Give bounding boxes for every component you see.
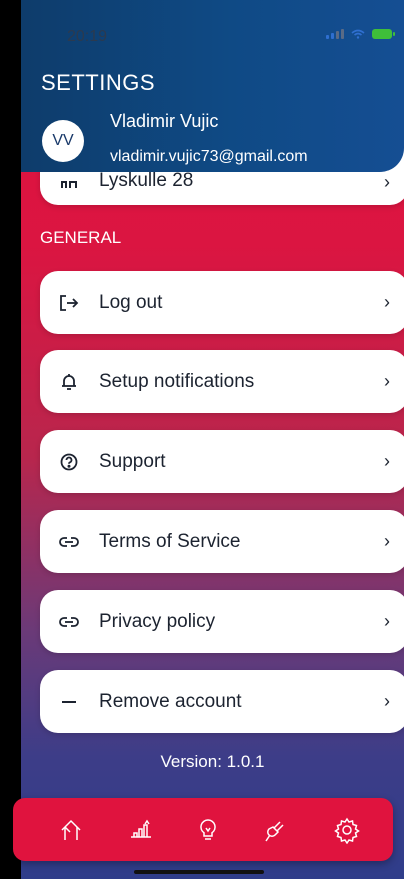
chevron-right-icon: › xyxy=(384,691,390,711)
property-label: Lyskulle 28 xyxy=(99,170,194,191)
avatar[interactable]: VV xyxy=(42,120,84,162)
link-icon xyxy=(58,531,80,553)
privacy-policy-button[interactable]: Privacy policy › xyxy=(40,590,404,653)
remove-account-button[interactable]: Remove account › xyxy=(40,670,404,733)
chevron-right-icon: › xyxy=(384,451,390,471)
setup-notifications-label: Setup notifications xyxy=(99,370,255,392)
status-time: 20:19 xyxy=(67,28,108,45)
chevron-right-icon: › xyxy=(384,611,390,631)
plug-icon[interactable] xyxy=(261,816,289,844)
privacy-policy-label: Privacy policy xyxy=(99,610,216,632)
screen: Lyskulle 28 › 20:19 SETTINGS VV Vladimir… xyxy=(21,0,404,879)
battery-icon xyxy=(372,29,395,39)
settings-header: 20:19 SETTINGS VV Vladimir Vujic vladimi… xyxy=(21,0,404,172)
link-icon xyxy=(58,611,80,633)
page-title: SETTINGS xyxy=(41,70,156,95)
chevron-right-icon: › xyxy=(384,172,390,192)
bulb-icon[interactable] xyxy=(194,816,222,844)
log-out-icon xyxy=(58,292,80,314)
gear-icon[interactable] xyxy=(333,816,361,845)
user-email: vladimir.vujic73@gmail.com xyxy=(110,148,308,165)
status-icons xyxy=(326,29,395,39)
logout-button[interactable]: Log out › xyxy=(40,271,404,334)
home-indicator[interactable] xyxy=(134,870,264,874)
question-icon xyxy=(58,451,80,473)
chevron-right-icon: › xyxy=(384,371,390,391)
home-icon[interactable] xyxy=(57,816,85,844)
user-name: Vladimir Vujic xyxy=(110,111,219,131)
signal-icon xyxy=(326,29,344,39)
chevron-right-icon: › xyxy=(384,531,390,551)
bottom-tab-bar xyxy=(13,798,393,861)
house-icon xyxy=(58,173,80,195)
remove-account-label: Remove account xyxy=(99,690,242,712)
terms-of-service-button[interactable]: Terms of Service › xyxy=(40,510,404,573)
wifi-icon xyxy=(351,29,365,39)
bell-icon xyxy=(58,371,80,393)
setup-notifications-button[interactable]: Setup notifications › xyxy=(40,350,404,413)
logout-label: Log out xyxy=(99,291,163,313)
version-label: Version: 1.0.1 xyxy=(160,752,265,771)
chevron-right-icon: › xyxy=(384,292,390,312)
terms-of-service-label: Terms of Service xyxy=(99,530,241,552)
support-label: Support xyxy=(99,450,166,472)
minus-icon xyxy=(58,691,80,713)
support-button[interactable]: Support › xyxy=(40,430,404,493)
chart-icon[interactable] xyxy=(127,816,155,844)
section-general-label: GENERAL xyxy=(40,228,122,247)
